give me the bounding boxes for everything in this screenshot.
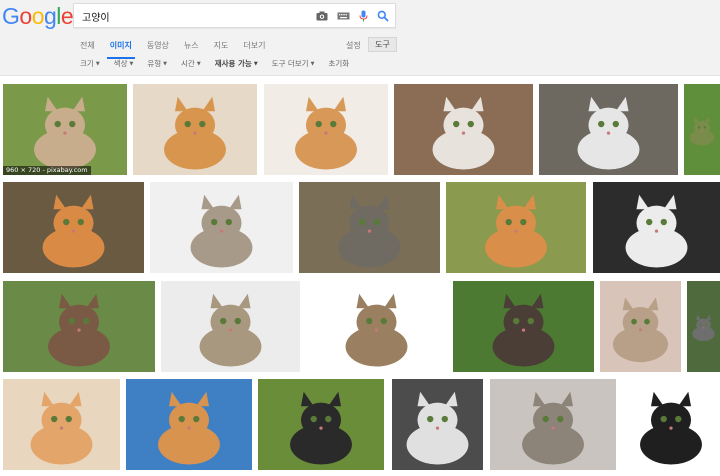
cat-photo [687, 281, 720, 372]
caret-down-icon: ▼ [196, 61, 201, 67]
tab-all[interactable]: 전체 [80, 40, 95, 60]
cat-photo [3, 281, 155, 372]
image-result[interactable] [446, 182, 586, 273]
image-result[interactable] [490, 379, 616, 470]
image-result[interactable]: 960 × 720 - pixabay.com [3, 84, 127, 175]
cat-photo [299, 182, 440, 273]
cat-photo [539, 84, 678, 175]
caret-down-icon: ▼ [310, 61, 315, 67]
cat-photo [600, 281, 681, 372]
search-box [73, 3, 396, 28]
image-result[interactable] [3, 182, 144, 273]
image-result[interactable] [684, 84, 720, 175]
filter-label: 유형 [147, 59, 162, 68]
image-result[interactable] [600, 281, 681, 372]
filter-label: 도구 더보기 [271, 59, 309, 68]
image-result[interactable] [3, 379, 120, 470]
image-result[interactable] [394, 84, 533, 175]
cat-photo [394, 84, 533, 175]
image-result[interactable] [258, 379, 384, 470]
cat-photo [622, 379, 720, 470]
tab-maps[interactable]: 지도 [214, 40, 229, 60]
image-result[interactable] [264, 84, 388, 175]
top-bar: Google 전체 이미지 동영상 뉴스 지도 더보기 설정 도구 크기▼ 색상… [0, 0, 720, 76]
image-result[interactable] [593, 182, 720, 273]
cat-photo [126, 379, 252, 470]
filter-usage-rights[interactable]: 재사용 가능 ▼ [215, 58, 258, 69]
filter-bar: 크기 ▼ 색상 ▼ 유형 ▼ 시간 ▼ 재사용 가능 ▼ 도구 더보기 ▼ 초기화 [80, 58, 363, 69]
tools-button[interactable]: 도구 [368, 37, 397, 52]
image-result[interactable] [126, 379, 252, 470]
cat-photo [392, 379, 483, 470]
microphone-icon[interactable] [356, 9, 370, 23]
filter-label: 초기화 [328, 59, 350, 68]
image-result[interactable] [161, 281, 300, 372]
image-result[interactable] [150, 182, 293, 273]
tab-news[interactable]: 뉴스 [184, 40, 199, 60]
tab-images[interactable]: 이미지 [106, 40, 135, 60]
cat-photo [593, 182, 720, 273]
camera-icon[interactable] [315, 9, 329, 23]
image-result[interactable] [453, 281, 594, 372]
caret-down-icon: ▼ [253, 61, 258, 67]
cat-photo [453, 281, 594, 372]
cat-photo [264, 84, 388, 175]
filter-reset[interactable]: 초기화 [328, 58, 349, 69]
caret-down-icon: ▼ [129, 61, 134, 67]
filter-type[interactable]: 유형 ▼ [147, 58, 167, 69]
cat-photo [490, 379, 616, 470]
filter-label: 재사용 가능 [214, 59, 252, 68]
filter-time[interactable]: 시간 ▼ [181, 58, 201, 69]
filter-color[interactable]: 색상 ▼ [114, 58, 134, 69]
filter-label: 색상 [113, 59, 128, 68]
keyboard-icon[interactable] [336, 9, 350, 23]
image-result[interactable] [133, 84, 257, 175]
image-size-caption: 960 × 720 - pixabay.com [3, 166, 91, 175]
cat-photo [150, 182, 293, 273]
cat-photo [3, 84, 127, 175]
search-tabs: 전체 이미지 동영상 뉴스 지도 더보기 [80, 40, 280, 60]
search-icon[interactable] [376, 9, 390, 23]
filter-size[interactable]: 크기 ▼ [80, 58, 100, 69]
tab-more[interactable]: 더보기 [243, 40, 265, 60]
image-result[interactable] [622, 379, 720, 470]
caret-down-icon: ▼ [95, 61, 100, 67]
filter-label: 시간 [181, 59, 195, 68]
settings-link[interactable]: 설정 [346, 40, 361, 51]
image-result[interactable] [3, 281, 155, 372]
image-result[interactable] [392, 379, 483, 470]
cat-photo [258, 379, 384, 470]
cat-photo [684, 84, 720, 175]
image-result[interactable] [687, 281, 720, 372]
caret-down-icon: ▼ [163, 61, 168, 67]
cat-photo [446, 182, 586, 273]
image-result[interactable] [539, 84, 678, 175]
filter-more-tools[interactable]: 도구 더보기 ▼ [272, 58, 315, 69]
image-result[interactable] [299, 182, 440, 273]
image-result[interactable] [306, 281, 447, 372]
search-input[interactable] [82, 8, 302, 24]
cat-photo [3, 182, 144, 273]
google-logo[interactable]: Google [2, 3, 74, 30]
cat-photo [3, 379, 120, 470]
filter-label: 크기 [80, 59, 94, 68]
cat-photo [133, 84, 257, 175]
cat-photo [161, 281, 300, 372]
tab-videos[interactable]: 동영상 [147, 40, 169, 60]
cat-photo [306, 281, 447, 372]
